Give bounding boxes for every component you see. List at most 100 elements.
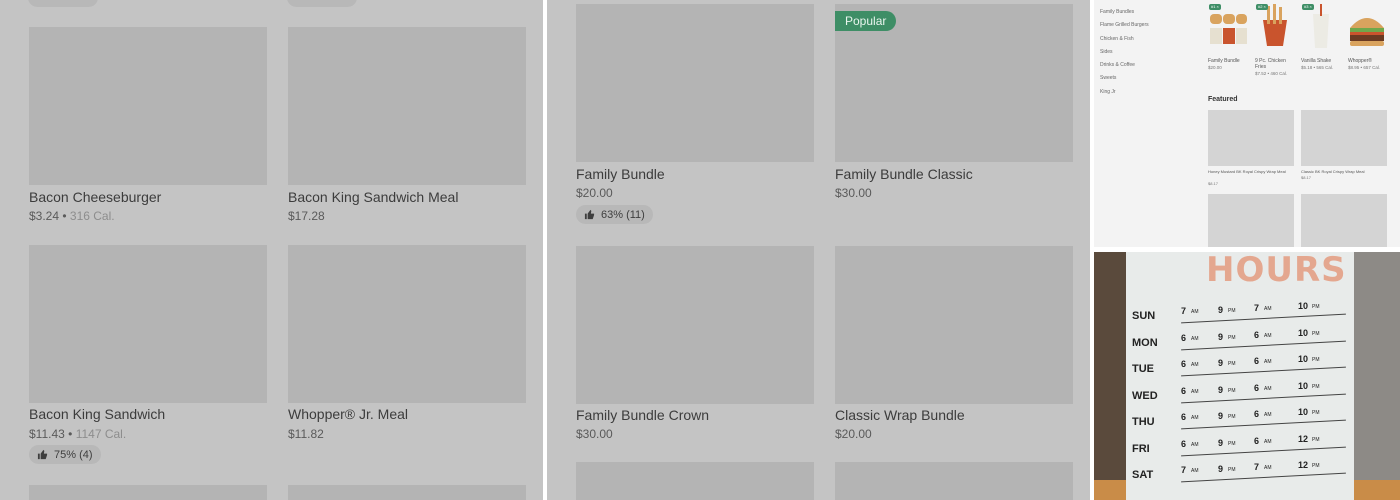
category-link-family-bundles[interactable]: Family Bundles	[1100, 9, 1134, 15]
product-name: Whopper®	[1348, 58, 1372, 64]
pm-label: PM	[1312, 410, 1320, 416]
product-price: $5.18 • 565 Cal.	[1301, 65, 1334, 70]
category-link-chicken-fish[interactable]: Chicken & Fish	[1100, 36, 1134, 42]
category-link-king-jr[interactable]: King Jr	[1100, 89, 1116, 95]
dining-open-time: 6	[1181, 412, 1187, 422]
item-title: Bacon King Sandwich Meal	[288, 189, 459, 205]
am-label: AM	[1191, 362, 1199, 368]
row-divider	[1181, 419, 1346, 430]
item-image	[29, 27, 267, 185]
dining-close-time: 9	[1218, 305, 1224, 315]
item-title: Bacon Cheeseburger	[29, 189, 162, 205]
rating-pill: 75% (4)	[29, 445, 101, 464]
item-calories: 1147 Cal.	[75, 427, 127, 441]
drive-thru-open-time: 6	[1254, 409, 1260, 419]
am-label: AM	[1191, 388, 1199, 395]
dining-close-time: 9	[1218, 384, 1224, 395]
dining-close-time: 9	[1218, 437, 1224, 448]
day-label: THU	[1132, 416, 1155, 428]
drive-thru-open-time: 7	[1254, 303, 1260, 313]
am-label: AM	[1264, 465, 1272, 471]
item-title: Classic Wrap Bundle	[835, 407, 965, 423]
item-title: Family Bundle Classic	[835, 166, 973, 182]
drive-thru-close-time: 10	[1298, 407, 1309, 417]
rating-pill	[28, 0, 98, 7]
category-link-sides[interactable]: Sides	[1100, 49, 1113, 55]
window-reflection	[1352, 252, 1400, 500]
popular-badge: Popular	[835, 11, 897, 31]
chicken-fries-image	[1263, 4, 1287, 46]
menu-panel-center: Family Bundle $20.00 63% (11) Popular Fa…	[547, 0, 1090, 500]
pm-label: PM	[1312, 436, 1320, 443]
am-label: AM	[1264, 412, 1272, 418]
am-label: AM	[1264, 332, 1272, 339]
day-label: SAT	[1132, 469, 1154, 481]
pm-label: PM	[1228, 308, 1236, 314]
item-image	[576, 4, 814, 162]
drive-thru-open-time: 6	[1254, 435, 1260, 446]
thumbs-up-icon	[37, 449, 48, 460]
dining-open-time: 6	[1181, 359, 1187, 369]
drive-thru-close-time: 10	[1298, 380, 1309, 391]
pm-label: PM	[1228, 414, 1236, 420]
item-price: $20.00	[835, 427, 872, 441]
whopper-image	[1350, 18, 1384, 46]
category-link-flame-grilled-burgers[interactable]: Flame Grilled Burgers	[1100, 22, 1149, 28]
item-image[interactable]	[576, 462, 814, 500]
pm-label: PM	[1312, 330, 1320, 337]
drive-thru-close-time: 12	[1298, 460, 1309, 470]
featured-image[interactable]	[1301, 194, 1387, 247]
drive-thru-open-time: 6	[1254, 382, 1260, 393]
dining-close-time: 9	[1218, 464, 1224, 474]
pm-label: PM	[1312, 304, 1320, 310]
featured-heading: Featured	[1208, 96, 1238, 103]
am-label: AM	[1191, 441, 1199, 448]
item-title: Family Bundle	[576, 166, 665, 182]
featured-name: Honey Mustard BK Royal Crispy Wrap Meal	[1208, 169, 1286, 174]
rating-text: 63% (11)	[601, 208, 645, 221]
drive-thru-close-time: 10	[1298, 301, 1309, 311]
store-hours-photo: HOURS SUN 7 AM 9 PM 7 AM 10 PM MON 6 AM 9 PM 6 AM 10 PM TU…	[1094, 252, 1400, 500]
day-label: MON	[1132, 336, 1158, 349]
rank-tag: #3 ×	[1302, 4, 1314, 10]
item-price: $3.24	[29, 209, 60, 223]
item-title: Family Bundle Crown	[576, 407, 710, 423]
rating-pill	[287, 0, 357, 7]
pm-label: PM	[1228, 387, 1236, 394]
drive-thru-open-time: 6	[1254, 329, 1260, 340]
item-price: $11.43	[29, 427, 65, 441]
drive-thru-open-time: 6	[1254, 356, 1260, 366]
product-name: Vanilla Shake	[1301, 58, 1332, 64]
menu-panel-left: Bacon Cheeseburger $3.24 • 316 Cal. Baco…	[0, 0, 543, 500]
am-label: AM	[1191, 415, 1199, 421]
pm-label: PM	[1228, 334, 1236, 341]
sign-title: HOURS	[1206, 252, 1347, 290]
dining-open-time: 7	[1181, 306, 1187, 316]
pm-label: PM	[1312, 463, 1320, 469]
am-label: AM	[1264, 359, 1272, 365]
menu-page-thumbnail: Family Bundles Flame Grilled Burgers Chi…	[1094, 0, 1400, 247]
day-label: WED	[1132, 389, 1158, 402]
item-image	[835, 246, 1073, 404]
product-name: 9 Pc. Chicken Fries	[1255, 58, 1286, 70]
featured-price: $8.17	[1208, 181, 1219, 186]
product-name: Family Bundle	[1208, 58, 1240, 64]
featured-image	[1208, 110, 1294, 166]
item-image	[576, 246, 814, 404]
category-link-sweets[interactable]: Sweets	[1100, 75, 1116, 81]
item-image[interactable]	[29, 485, 267, 500]
thumbs-up-icon	[584, 209, 595, 220]
row-divider	[1181, 340, 1346, 350]
item-image[interactable]	[835, 462, 1073, 500]
pm-label: PM	[1228, 440, 1236, 447]
dining-close-time: 9	[1218, 358, 1224, 368]
row-divider	[1181, 446, 1346, 456]
featured-image[interactable]	[1208, 194, 1294, 247]
am-label: AM	[1191, 335, 1199, 342]
item-title: Bacon King Sandwich	[29, 406, 166, 422]
rating-pill: 63% (11)	[576, 205, 653, 224]
item-image[interactable]	[288, 485, 526, 500]
category-link-drinks-coffee[interactable]: Drinks & Coffee	[1100, 62, 1135, 68]
dining-open-time: 6	[1181, 438, 1187, 449]
am-label: AM	[1191, 309, 1199, 315]
